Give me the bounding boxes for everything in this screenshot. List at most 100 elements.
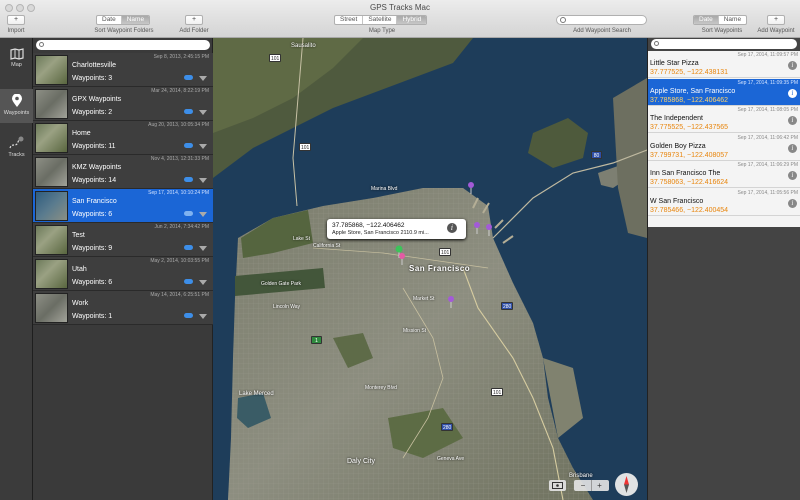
import-button[interactable]: + — [7, 15, 25, 25]
folder-waypoint-count: Waypoints: 3 — [72, 75, 113, 82]
cloud-icon — [184, 245, 193, 250]
waypoint-name: Golden Boy Pizza — [650, 142, 706, 150]
import-label: Import — [7, 28, 25, 34]
folder-row[interactable]: Mar 24, 2014, 8:22:19 PM GPX Waypoints Way… — [33, 87, 213, 121]
info-icon[interactable]: i — [788, 198, 797, 208]
app-window: GPS Tracks Mac + Import Date Name Sort W… — [0, 0, 800, 500]
waypoint-search-input[interactable] — [651, 39, 797, 49]
add-waypoint-button[interactable]: + — [767, 15, 785, 25]
disclosure-triangle-icon[interactable] — [199, 280, 207, 285]
waypoint-row[interactable]: Sep 17, 2014, 11:08:05 PM The Independent… — [648, 106, 800, 133]
folder-name: Test — [72, 232, 85, 239]
nav-item-map[interactable]: Map — [0, 48, 33, 82]
map-type-street[interactable]: Street — [335, 16, 364, 24]
nav-item-tracks[interactable]: Tracks — [0, 136, 33, 170]
disclosure-triangle-icon[interactable] — [199, 212, 207, 217]
search-icon — [560, 17, 566, 23]
cloud-icon — [184, 177, 193, 182]
folder-waypoint-count: Waypoints: 9 — [72, 245, 113, 252]
folder-waypoint-count: Waypoints: 6 — [72, 279, 113, 286]
waypoint-coordinates: 37.785466, −122.400454 — [650, 206, 729, 214]
disclosure-triangle-icon[interactable] — [199, 76, 207, 81]
waypoint-coordinates: 37.799731, −122.408057 — [650, 151, 729, 159]
info-icon[interactable]: i — [788, 116, 797, 125]
folder-waypoint-count: Waypoints: 11 — [72, 143, 116, 150]
waypoint-timestamp: Sep 17, 2014, 11:09:57 PM — [737, 52, 798, 58]
add-folder-button[interactable]: + — [185, 15, 203, 25]
info-icon[interactable]: i — [447, 223, 457, 233]
waypoint-timestamp: Sep 17, 2014, 11:05:56 PM — [737, 189, 798, 196]
waypoint-name: Inn San Francisco The — [650, 170, 721, 177]
folder-row[interactable]: Nov 4, 2013, 12:31:33 PM KMZ Waypoints Way… — [33, 155, 213, 189]
track-location-button[interactable] — [549, 480, 566, 491]
waypoint-row[interactable]: Sep 17, 2014, 11:09:35 PM Apple Store, Sa… — [648, 78, 800, 106]
waypoint-timestamp: Sep 17, 2014, 11:09:35 PM — [737, 79, 798, 86]
tracks-icon — [8, 136, 24, 149]
zoom-in-button[interactable]: + — [592, 480, 608, 491]
folder-name: KMZ Waypoints — [72, 164, 122, 171]
disclosure-triangle-icon[interactable] — [199, 144, 207, 149]
waypoint-timestamp: Sep 17, 2014, 11:08:05 PM — [737, 107, 798, 113]
waypoint-name: The Independent — [650, 115, 703, 122]
folder-waypoint-count: Waypoints: 1 — [72, 313, 113, 320]
add-waypoint-search-input[interactable] — [556, 15, 647, 25]
sort-folders-date[interactable]: Date — [97, 16, 122, 24]
folder-thumbnail — [35, 157, 68, 187]
waypoint-coordinates: 37.758063, −122.416624 — [650, 179, 729, 186]
folder-row[interactable]: May 14, 2014, 6:25:51 PM Work Waypoints: 1 — [33, 291, 213, 325]
folder-row[interactable]: Aug 20, 2013, 10:05:34 PM Home Waypoints: … — [33, 121, 213, 155]
waypoint-pins — [395, 182, 492, 308]
waypoint-callout[interactable]: 37.785868, −122.406462 Apple Store, San … — [327, 219, 466, 239]
sort-waypoints-label: Sort Waypoints — [701, 28, 743, 34]
waypoint-folder-list: Sep 8, 2013, 2:45:15 PM Charlottesville Wa… — [33, 38, 213, 500]
cloud-icon — [184, 211, 193, 216]
nav-item-waypoints[interactable]: Waypoints — [0, 89, 33, 123]
sort-waypoints-name[interactable]: Name — [719, 16, 746, 24]
folder-row[interactable]: May 2, 2014, 10:03:55 PM Utah Waypoints: 6 — [33, 257, 213, 291]
folder-timestamp: May 2, 2014, 10:03:55 PM — [150, 258, 209, 264]
folder-row[interactable]: Sep 8, 2013, 2:45:15 PM Charlottesville Wa… — [33, 53, 213, 87]
map-pin-purple[interactable] — [486, 224, 492, 236]
sort-waypoints-date[interactable]: Date — [694, 16, 719, 24]
location-frame-icon — [552, 482, 563, 489]
folder-search-input[interactable] — [36, 40, 210, 50]
folder-timestamp: Jun 2, 2014, 7:34:42 PM — [154, 224, 209, 230]
map-type-hybrid[interactable]: Hybrid — [397, 16, 427, 24]
disclosure-triangle-icon[interactable] — [199, 110, 207, 115]
disclosure-triangle-icon[interactable] — [199, 178, 207, 183]
add-folder-label: Add Folder — [179, 28, 209, 34]
folder-row[interactable]: Sep 17, 2014, 10:10:24 PM San Francisco Wa… — [33, 189, 213, 223]
map-view[interactable]: Sausalito San Francisco Lake Merced Daly… — [213, 38, 647, 500]
toolbar: GPS Tracks Mac + Import Date Name Sort W… — [0, 0, 800, 38]
folder-waypoint-count: Waypoints: 6 — [72, 211, 113, 218]
folder-name: Charlottesville — [72, 62, 116, 69]
map-pin-selected[interactable] — [399, 253, 405, 265]
info-icon[interactable]: i — [788, 61, 797, 70]
callout-coordinates: 37.785868, −122.406462 — [332, 222, 405, 229]
folder-thumbnail — [35, 191, 68, 221]
waypoint-row[interactable]: Sep 17, 2014, 11:06:29 PM Inn San Francis… — [648, 161, 800, 188]
map-type-satellite[interactable]: Satellite — [363, 16, 398, 24]
folder-timestamp: Sep 8, 2013, 2:45:15 PM — [153, 54, 209, 60]
folder-timestamp: May 14, 2014, 6:25:51 PM — [150, 292, 209, 298]
compass-button[interactable] — [615, 473, 638, 496]
waypoint-coordinates: 37.777525, −122.438131 — [650, 69, 729, 76]
info-icon[interactable]: i — [788, 143, 797, 153]
zoom-out-button[interactable]: − — [576, 480, 592, 491]
waypoint-row[interactable]: Sep 17, 2014, 11:06:42 PM Golden Boy Pizz… — [648, 134, 800, 161]
info-icon[interactable]: i — [788, 171, 797, 180]
waypoint-row[interactable]: Sep 17, 2014, 11:09:57 PM Little Star Piz… — [648, 51, 800, 78]
map-pin-purple[interactable] — [448, 296, 454, 308]
waypoint-coordinates: 37.785868, −122.406462 — [650, 96, 729, 104]
waypoint-row[interactable]: Sep 17, 2014, 11:05:56 PM W San Francisco… — [648, 189, 800, 216]
disclosure-triangle-icon[interactable] — [199, 246, 207, 251]
info-icon[interactable]: i — [788, 88, 797, 98]
sort-folders-name[interactable]: Name — [121, 16, 150, 24]
map-pin-purple[interactable] — [474, 222, 480, 234]
map-type-segmented: Street Satellite Hybrid — [334, 15, 428, 25]
folder-row[interactable]: Jun 2, 2014, 7:34:42 PM Test Waypoints: 9 — [33, 223, 213, 257]
folder-name: Utah — [72, 266, 87, 273]
map-pin-purple[interactable] — [468, 182, 474, 194]
folder-thumbnail — [35, 89, 68, 119]
disclosure-triangle-icon[interactable] — [199, 314, 207, 319]
